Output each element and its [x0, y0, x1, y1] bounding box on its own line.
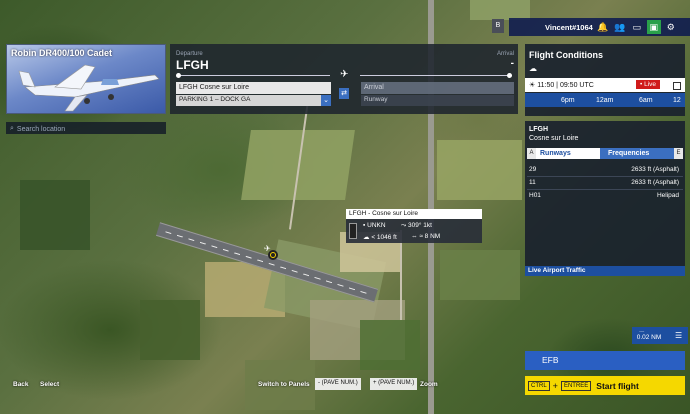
- weather-icon[interactable]: ☁: [529, 64, 537, 73]
- tab-prev-key[interactable]: A: [527, 148, 536, 159]
- back-control[interactable]: Back: [13, 381, 29, 388]
- route-panel: Departure Arrival LFGH - ✈ LFGH Cosne su…: [170, 44, 518, 114]
- airport-marker[interactable]: [268, 250, 278, 260]
- arrival-code: -: [510, 58, 514, 69]
- time-scale-label: 6am: [639, 97, 653, 104]
- time-scale-label: 12: [673, 97, 681, 104]
- start-flight-button[interactable]: CTRL + ENTREE Start flight: [525, 376, 685, 395]
- live-badge[interactable]: • Live: [636, 80, 661, 89]
- airport-tabs: A Runways Frequencies E: [527, 148, 683, 159]
- search-location-input[interactable]: ⌕ Search location: [6, 122, 166, 134]
- departure-code: LFGH: [176, 58, 209, 72]
- aircraft-card[interactable]: Robin DR400/100 Cadet: [6, 44, 166, 114]
- tooltip-type: ▪ UNKN: [363, 222, 386, 229]
- arrival-airport-field[interactable]: Arrival: [361, 82, 514, 94]
- zoom-out-key[interactable]: - (PAVE NUM.): [315, 378, 361, 390]
- switch-panels-control[interactable]: Switch to Panels: [258, 381, 310, 388]
- plus-sign: +: [552, 380, 558, 391]
- top-toolbar: Vincent#1064 🔔 👥 ▭ ▣ ⚙: [509, 18, 690, 36]
- start-flight-label: Start flight: [596, 380, 639, 391]
- tab-runways[interactable]: Runways: [536, 148, 600, 159]
- zoom-in-key[interactable]: + (PAVE NUM.): [370, 378, 418, 390]
- arrival-label: Arrival: [496, 51, 514, 57]
- time-scale-label: 6pm: [561, 97, 575, 104]
- tooltip-title: LFGH - Cosne sur Loire: [346, 209, 482, 219]
- time-readout: 11:50 | 09:50 UTC: [537, 82, 594, 89]
- flight-conditions-panel: Flight Conditions ☁ ☀ 11:50 | 09:50 UTC …: [525, 44, 685, 116]
- airport-tooltip[interactable]: LFGH - Cosne sur Loire ▪ UNKN ⤳ 309° 1kt…: [346, 209, 482, 243]
- time-scale-label: 12am: [596, 97, 614, 104]
- search-icon: ⌕: [10, 125, 14, 132]
- route-line-left: [178, 75, 330, 76]
- plane-icon: ✈: [340, 69, 349, 80]
- chevron-down-icon[interactable]: ⌄: [321, 95, 331, 106]
- route-line-right: [360, 75, 512, 76]
- tooltip-wind: ⤳ 309° 1kt: [401, 222, 432, 229]
- tab-next-key[interactable]: E: [674, 148, 683, 159]
- airport-info-panel: LFGH Cosne sur Loire A Runways Frequenci…: [525, 121, 685, 276]
- tooltip-distance: ⇔ ≈ 8 NM: [411, 233, 441, 240]
- zoom-control-label: Zoom: [420, 381, 438, 388]
- tab-frequencies[interactable]: Frequencies: [600, 148, 674, 159]
- runway-row[interactable]: H01 Helipad: [529, 192, 679, 199]
- bell-icon[interactable]: 🔔: [596, 20, 610, 34]
- runway-row[interactable]: 11 2633 ft (Asphalt): [529, 179, 679, 186]
- runway-icon: [349, 223, 357, 239]
- runway-row[interactable]: 29 2633 ft (Asphalt): [529, 166, 679, 173]
- aircraft-image: [18, 64, 160, 112]
- departure-parking-select[interactable]: PARKING 1 – DOCK GA: [176, 95, 321, 106]
- divider: [527, 189, 683, 190]
- divider: [527, 176, 683, 177]
- marketplace-icon[interactable]: ▣: [646, 20, 661, 34]
- airport-code: LFGH: [529, 126, 549, 133]
- sun-icon: ☀: [529, 82, 536, 89]
- zoom-level: 0.02 NM: [634, 332, 664, 344]
- departure-label: Departure: [176, 51, 203, 57]
- list-icon[interactable]: ☰: [675, 331, 682, 340]
- arrival-runway-field[interactable]: Runway: [361, 95, 514, 106]
- arrival-dot: [507, 73, 512, 78]
- gear-icon[interactable]: ⚙: [664, 20, 678, 34]
- username: Vincent#1064: [545, 22, 593, 32]
- b-key-button[interactable]: B: [492, 19, 504, 33]
- time-selector[interactable]: ☀ 11:50 | 09:50 UTC: [525, 78, 685, 92]
- enter-key: ENTREE: [560, 380, 592, 391]
- friends-icon[interactable]: 👥: [613, 20, 627, 34]
- tooltip-elevation: ☁ < 1046 ft: [363, 234, 397, 241]
- select-control[interactable]: Select: [40, 381, 59, 388]
- tooltip-body: ▪ UNKN ⤳ 309° 1kt ☁ < 1046 ft ⇔ ≈ 8 NM: [346, 219, 482, 243]
- ctrl-key: CTRL: [528, 380, 550, 391]
- departure-dot: [176, 73, 181, 78]
- swap-route-icon[interactable]: ⇄: [339, 88, 349, 99]
- live-airport-traffic-link[interactable]: Live Airport Traffic: [525, 266, 685, 276]
- airport-name: Cosne sur Loire: [529, 135, 579, 142]
- time-scale[interactable]: 6pm 12am 6am 12: [525, 93, 685, 107]
- live-checkbox[interactable]: [673, 82, 681, 90]
- flight-conditions-title: Flight Conditions: [529, 50, 603, 60]
- departure-airport-field[interactable]: LFGH Cosne sur Loire: [176, 82, 331, 94]
- chat-icon[interactable]: ▭: [630, 20, 644, 34]
- efb-button[interactable]: EFB: [525, 351, 685, 370]
